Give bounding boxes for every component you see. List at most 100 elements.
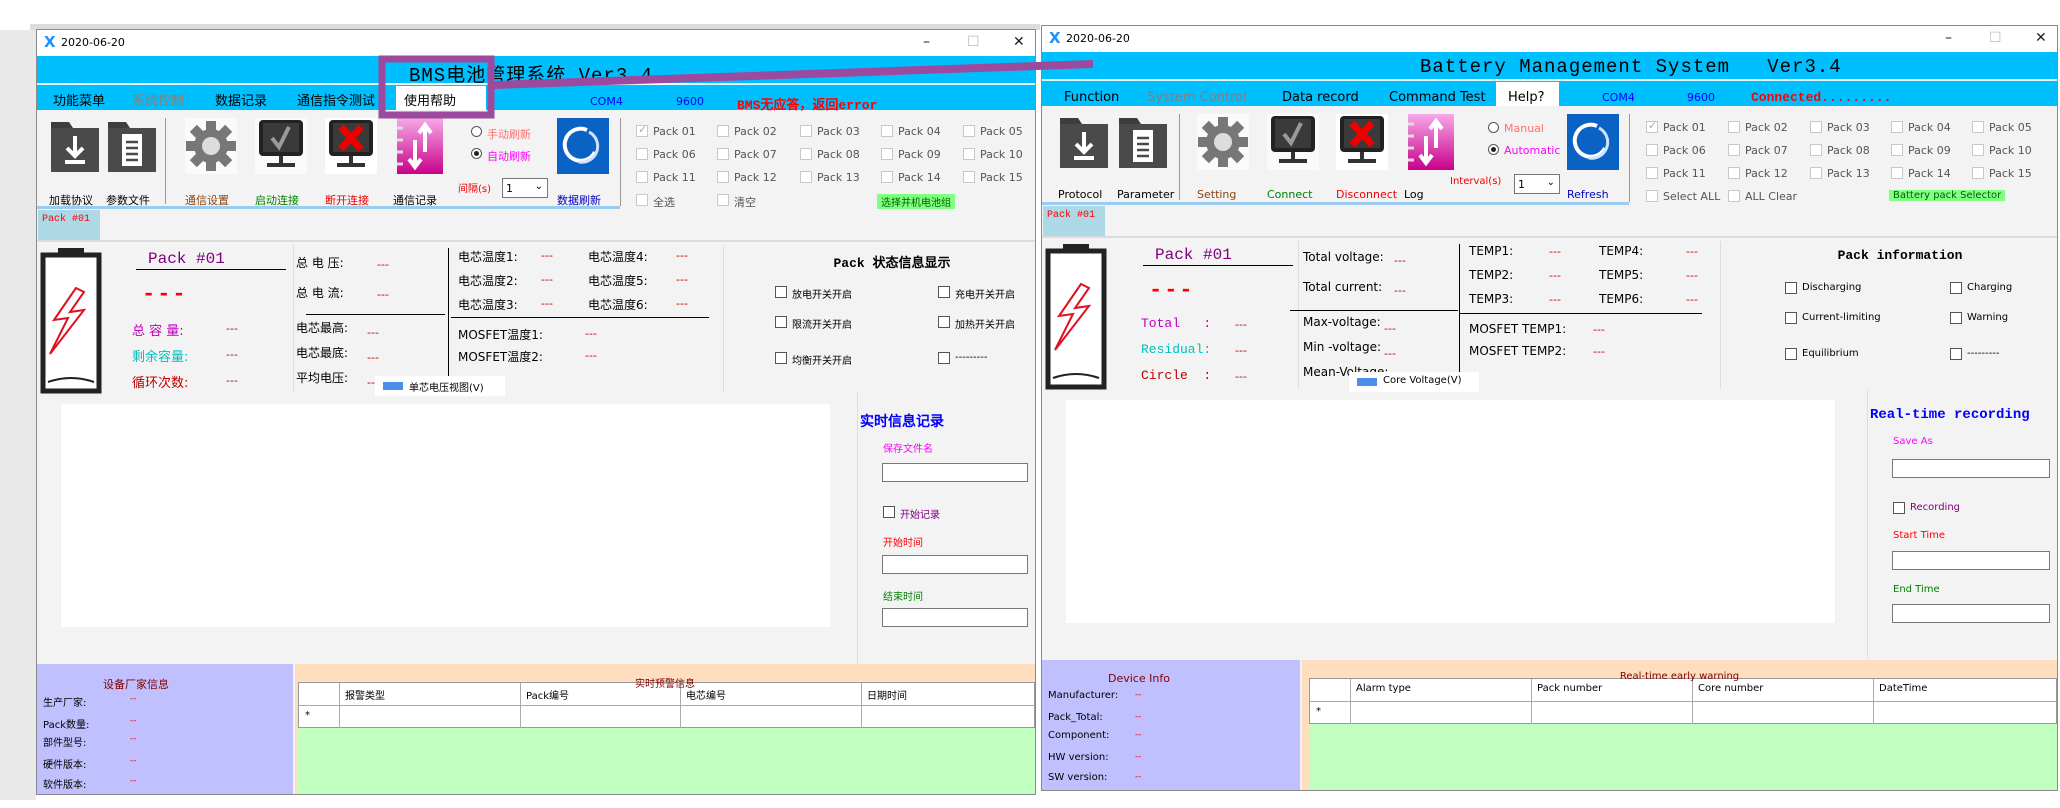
pack-checkbox[interactable]	[636, 171, 648, 183]
pack-checkbox[interactable]	[717, 125, 729, 137]
recording-panel-border	[857, 393, 858, 663]
menu-item-1[interactable]: 功能菜单	[53, 93, 105, 111]
alarm-column-header[interactable]: Alarm type	[1356, 683, 1411, 694]
legend-label: Core Voltage(V)	[1383, 375, 1462, 386]
setting-button[interactable]: Setting	[1197, 114, 1253, 204]
status-flag-checkbox	[938, 352, 950, 364]
pack-checkbox[interactable]	[1972, 167, 1984, 179]
voltage-value: ---	[1394, 254, 1406, 267]
menu-item-1[interactable]: Function	[1064, 89, 1119, 107]
pack-checkbox[interactable]	[963, 171, 975, 183]
automatic-radio[interactable]	[1488, 144, 1499, 155]
menu-item-3[interactable]: 数据记录	[215, 93, 267, 111]
pack-checkbox[interactable]	[800, 171, 812, 183]
interval-select[interactable]: 1 ⌄	[502, 178, 548, 198]
menu-item-5[interactable]: 使用帮助	[404, 93, 456, 111]
manual-radio[interactable]	[471, 126, 482, 137]
recording-label: Recording	[1910, 502, 1961, 513]
pack-checkbox[interactable]: ✓	[636, 123, 648, 137]
menu-item-3[interactable]: Data record	[1282, 89, 1359, 107]
pack-checkbox[interactable]	[881, 148, 893, 160]
temperature-value: ---	[1686, 269, 1698, 282]
start-time-input[interactable]	[1892, 551, 2050, 570]
select-all-checkbox[interactable]	[1646, 190, 1658, 202]
status-flag-label: ---------	[1967, 348, 2000, 359]
end-time-input[interactable]	[882, 608, 1028, 627]
status-flag-label: Warning	[1967, 312, 2009, 323]
pack-checkbox[interactable]: ✓	[1646, 119, 1658, 133]
select-all-checkbox[interactable]	[636, 194, 648, 206]
maximize-button[interactable]: ☐	[967, 34, 980, 50]
chevron-down-icon: ⌄	[1546, 177, 1555, 188]
parameter-button[interactable]: Parameter	[1117, 114, 1174, 204]
pack-checkbox[interactable]	[1891, 144, 1903, 156]
menu-item-4[interactable]: Command Test	[1389, 89, 1486, 107]
end-time-input[interactable]	[1892, 604, 2050, 623]
protocol-button[interactable]: Protocol	[1058, 114, 1114, 204]
menu-item-2[interactable]: 系统控制	[132, 93, 184, 111]
automatic-radio[interactable]	[471, 148, 482, 159]
pack-checkbox[interactable]	[1728, 144, 1740, 156]
save-as-input[interactable]	[882, 463, 1028, 482]
close-button[interactable]: ✕	[2035, 30, 2047, 46]
save-as-input[interactable]	[1892, 459, 2050, 478]
pack-checkbox[interactable]	[963, 125, 975, 137]
alarm-column-header[interactable]: Core number	[1698, 683, 1763, 694]
pack-checkbox[interactable]	[963, 148, 975, 160]
menu-item-5[interactable]: Help?	[1508, 89, 1545, 107]
pack-checkbox[interactable]	[717, 171, 729, 183]
menu-item-2[interactable]: System Control	[1147, 89, 1247, 107]
tab-pack-01[interactable]: Pack #01	[38, 210, 100, 240]
all-clear-checkbox[interactable]	[1728, 190, 1740, 202]
connect-button[interactable]: 启动连接	[255, 118, 311, 208]
pack-checkbox[interactable]	[717, 148, 729, 160]
pack-checkbox[interactable]	[881, 171, 893, 183]
pack-checkbox[interactable]	[800, 125, 812, 137]
pack-checkbox[interactable]	[1646, 167, 1658, 179]
legend-label: 单芯电压视图(V)	[409, 383, 484, 394]
protocol-button[interactable]: 加载协议	[49, 118, 105, 208]
pack-checkbox-label: Pack 05	[1989, 121, 2032, 134]
maximize-button[interactable]: ☐	[1989, 30, 2002, 46]
pack-checkbox[interactable]	[1728, 121, 1740, 133]
pack-checkbox[interactable]	[1646, 144, 1658, 156]
connect-button[interactable]: Connect	[1267, 114, 1323, 204]
battery-pack-selector[interactable]: Battery pack Selector	[1889, 190, 2006, 201]
disconnect-button[interactable]: Disconnect	[1336, 114, 1397, 204]
disconnect-button[interactable]: 断开连接	[325, 118, 381, 208]
log-button[interactable]: 通信记录	[393, 118, 449, 208]
pack-checkbox[interactable]	[1810, 167, 1822, 179]
recording-checkbox[interactable]	[883, 506, 895, 518]
pack-checkbox[interactable]	[1891, 167, 1903, 179]
pack-checkbox[interactable]	[1891, 121, 1903, 133]
minimize-button[interactable]: –	[923, 34, 930, 50]
minimize-button[interactable]: –	[1945, 30, 1952, 46]
setting-button[interactable]: 通信设置	[185, 118, 241, 208]
disconnect-icon	[1336, 114, 1388, 170]
all-clear-checkbox[interactable]	[717, 194, 729, 206]
pack-checkbox[interactable]	[1810, 144, 1822, 156]
pack-checkbox[interactable]	[1728, 167, 1740, 179]
interval-select[interactable]: 1 ⌄	[1514, 174, 1560, 194]
recording-checkbox[interactable]	[1893, 502, 1905, 514]
pack-checkbox[interactable]	[881, 125, 893, 137]
alarm-column-header[interactable]: Pack number	[1537, 683, 1602, 694]
start-time-input[interactable]	[882, 555, 1028, 574]
status-flag-label: Discharging	[1802, 282, 1862, 293]
battery-pack-selector[interactable]: 选择并机电池组	[877, 194, 955, 209]
pack-checkbox-label: Pack 09	[898, 148, 941, 161]
close-button[interactable]: ✕	[1013, 34, 1025, 50]
refresh-button[interactable]: 数据刷新	[557, 118, 613, 208]
pack-checkbox[interactable]	[800, 148, 812, 160]
parameter-button[interactable]: 参数文件	[106, 118, 162, 208]
pack-checkbox[interactable]	[636, 148, 648, 160]
menu-item-4[interactable]: 通信指令测试	[297, 93, 375, 111]
refresh-button[interactable]: Refresh	[1567, 114, 1623, 204]
manual-radio[interactable]	[1488, 122, 1499, 133]
pack-checkbox[interactable]	[1972, 121, 1984, 133]
pack-checkbox[interactable]	[1972, 144, 1984, 156]
pack-checkbox[interactable]	[1810, 121, 1822, 133]
log-button[interactable]: Log	[1404, 114, 1460, 204]
alarm-column-header[interactable]: DateTime	[1879, 683, 1927, 694]
tab-pack-01[interactable]: Pack #01	[1043, 206, 1105, 236]
